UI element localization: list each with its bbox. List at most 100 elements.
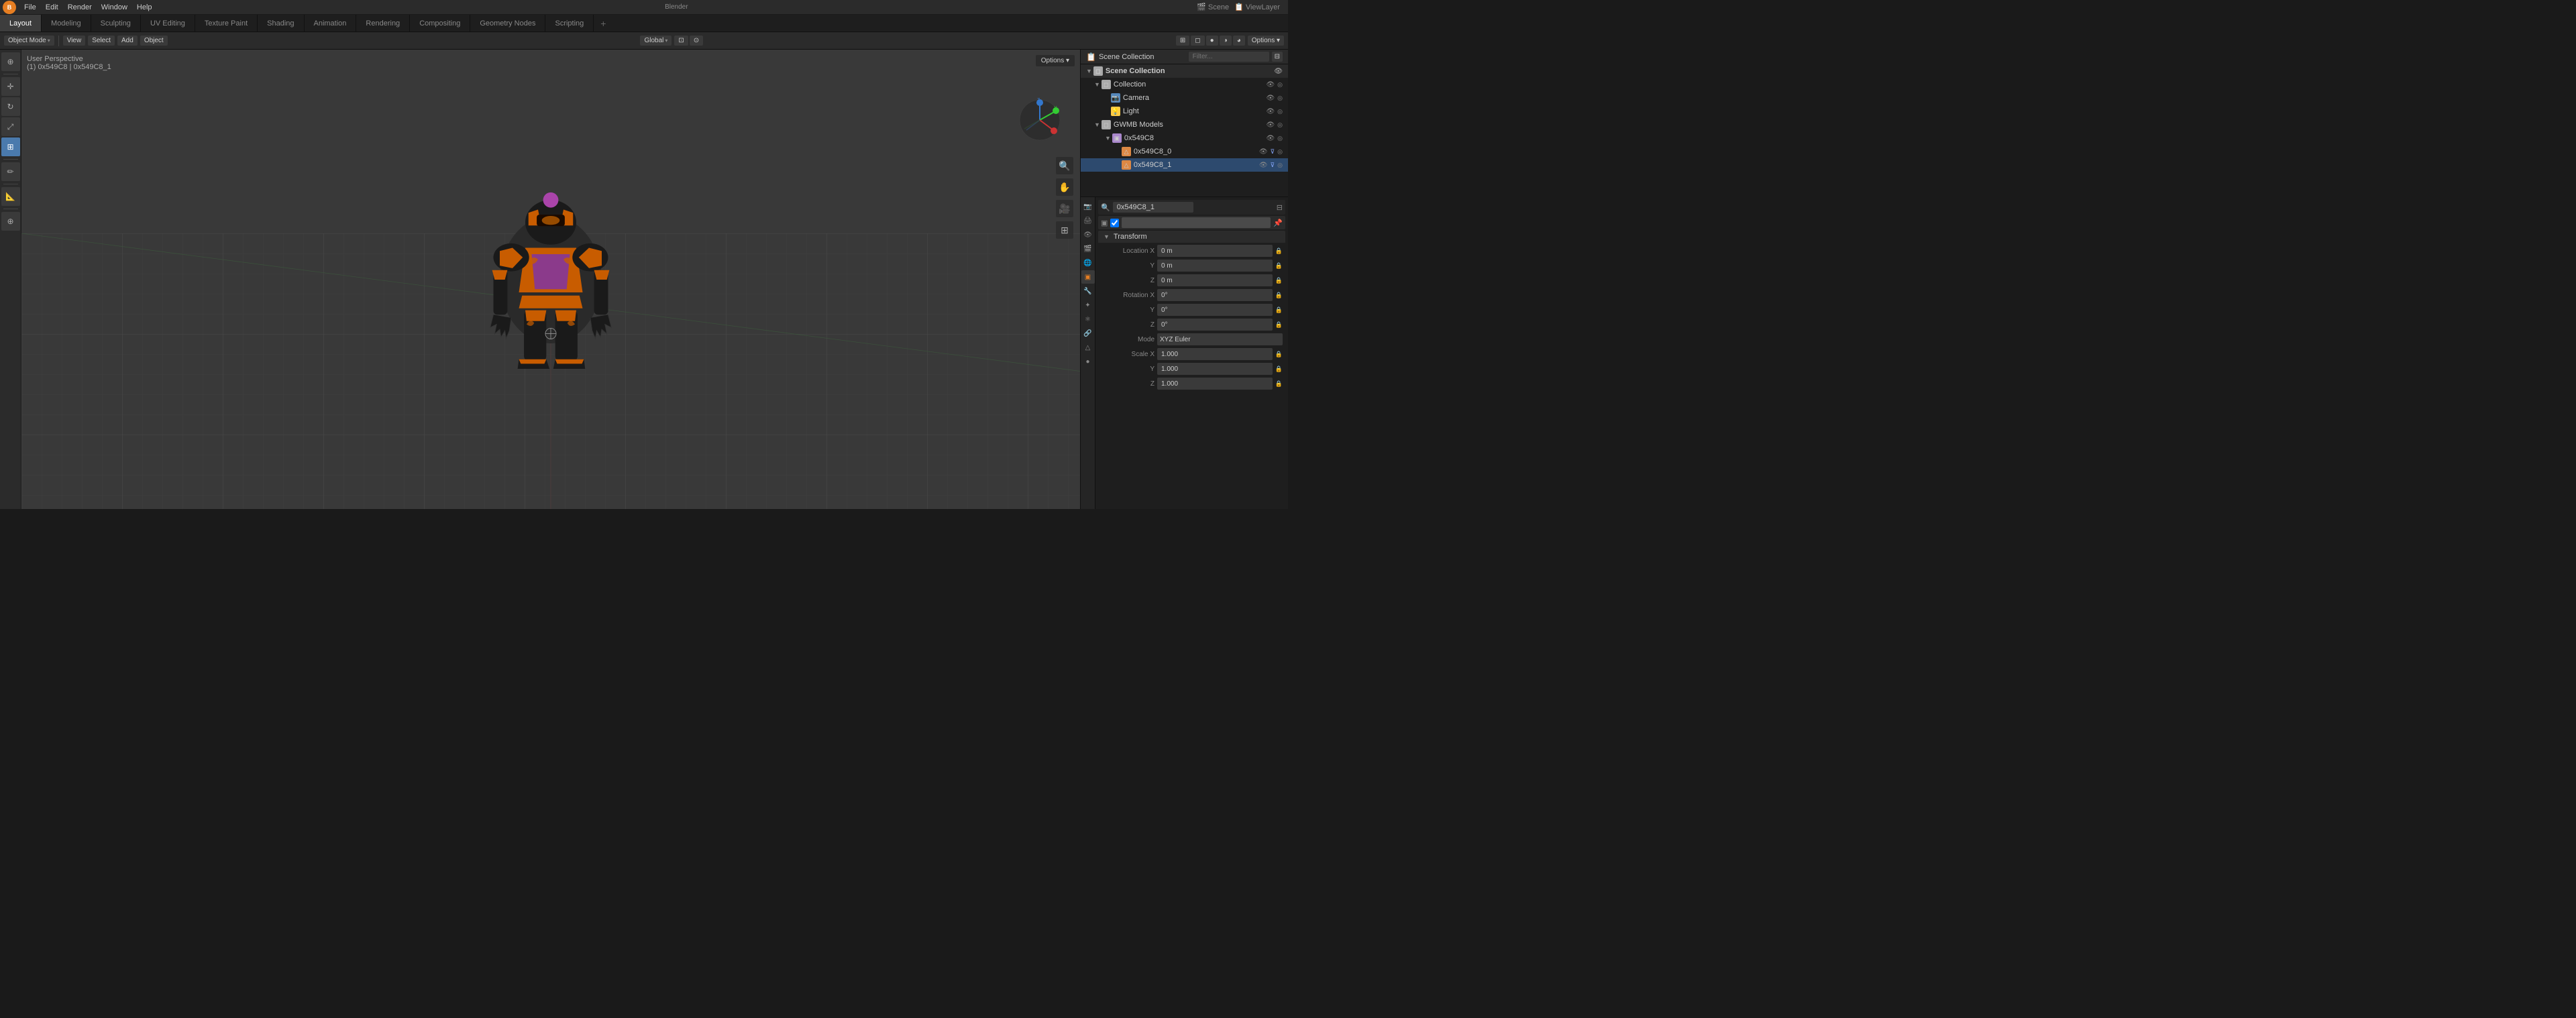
viewport-options-btn[interactable]: Options ▾	[1036, 55, 1075, 66]
tab-texture-paint[interactable]: Texture Paint	[195, 15, 258, 32]
properties-expand-icon[interactable]: ⊟	[1277, 203, 1283, 212]
prop-tab-render[interactable]: 📷	[1081, 200, 1095, 213]
tool-move[interactable]: ✛	[1, 77, 20, 96]
scale-x-value[interactable]: 1.000	[1157, 348, 1273, 360]
outliner-search[interactable]	[1189, 52, 1269, 62]
tab-modeling[interactable]: Modeling	[42, 15, 91, 32]
prop-tab-data[interactable]: △	[1081, 341, 1095, 354]
properties-search-input[interactable]	[1113, 202, 1193, 213]
prop-tab-output[interactable]: 🖨	[1081, 214, 1095, 227]
obj-visibility[interactable]: 👁	[1266, 135, 1275, 142]
mesh0-filter[interactable]: ⊽	[1271, 148, 1275, 156]
tool-transform[interactable]: ⊞	[1, 137, 20, 156]
location-y-value[interactable]: 0 m	[1157, 260, 1273, 272]
visibility-toggle[interactable]: 👁	[1274, 68, 1283, 75]
object-menu[interactable]: Object	[140, 36, 168, 46]
tool-rotate[interactable]: ↻	[1, 97, 20, 116]
camera-visibility[interactable]: 👁	[1266, 95, 1275, 102]
prop-tab-view-layer[interactable]: 👁	[1081, 228, 1095, 241]
location-x-lock[interactable]: 🔒	[1275, 247, 1283, 255]
prop-tab-object[interactable]: ▣	[1081, 270, 1095, 284]
view-layer-selector[interactable]: 📋 ViewLayer	[1234, 3, 1280, 11]
rotation-z-lock[interactable]: 🔒	[1275, 321, 1283, 329]
prop-tab-scene[interactable]: 🎬	[1081, 242, 1095, 256]
options-btn[interactable]: Options ▾	[1248, 36, 1284, 46]
collection-toggle-render[interactable]: ◎	[1277, 81, 1283, 89]
tab-layout[interactable]: Layout	[0, 15, 42, 32]
outliner-collection[interactable]: ▼ ◻ Collection 👁 ◎	[1081, 78, 1288, 91]
add-workspace-tab[interactable]: +	[594, 15, 612, 32]
tab-animation[interactable]: Animation	[305, 15, 357, 32]
3d-viewport[interactable]: User Perspective (1) 0x549C8 | 0x549C8_1	[21, 50, 1080, 509]
scale-z-value[interactable]: 1.000	[1157, 378, 1273, 390]
prop-tab-material[interactable]: ●	[1081, 355, 1095, 368]
gwmb-visibility[interactable]: 👁	[1266, 121, 1275, 129]
prop-tab-constraints[interactable]: 🔗	[1081, 327, 1095, 340]
tool-annotate[interactable]: ✏	[1, 162, 20, 181]
proportional-edit[interactable]: ⊙	[690, 36, 703, 46]
rotation-y-lock[interactable]: 🔒	[1275, 306, 1283, 314]
tab-sculpting[interactable]: Sculpting	[91, 15, 141, 32]
menu-help[interactable]: Help	[133, 2, 156, 13]
scale-z-lock[interactable]: 🔒	[1275, 380, 1283, 388]
outliner-0x549c8[interactable]: ▼ ▣ 0x549C8 👁 ◎	[1081, 131, 1288, 145]
rotation-y-value[interactable]: 0°	[1157, 304, 1273, 316]
location-z-value[interactable]: 0 m	[1157, 274, 1273, 286]
mesh1-toggle[interactable]: ◎	[1277, 162, 1283, 169]
mesh1-visibility[interactable]: 👁	[1259, 162, 1268, 169]
shading-solid[interactable]: ●	[1206, 36, 1218, 46]
menu-file[interactable]: File	[20, 2, 40, 13]
rotation-mode-select[interactable]: XYZ Euler	[1157, 333, 1283, 345]
menu-edit[interactable]: Edit	[42, 2, 62, 13]
prop-tab-physics[interactable]: ⚛	[1081, 313, 1095, 326]
rotation-z-value[interactable]: 0°	[1157, 319, 1273, 331]
tool-scale[interactable]: ⤢	[1, 117, 20, 136]
snap-toggle[interactable]: ⊡	[674, 36, 688, 46]
scale-y-value[interactable]: 1.000	[1157, 363, 1273, 375]
light-visibility[interactable]: 👁	[1266, 108, 1275, 115]
scene-selector[interactable]: 🎬 Scene	[1197, 3, 1229, 11]
scale-x-lock[interactable]: 🔒	[1275, 351, 1283, 358]
shading-material[interactable]: ◑	[1220, 36, 1232, 46]
location-y-lock[interactable]: 🔒	[1275, 262, 1283, 270]
add-menu[interactable]: Add	[117, 36, 138, 46]
collection-visibility[interactable]: 👁	[1266, 81, 1275, 89]
menu-window[interactable]: Window	[97, 2, 131, 13]
outliner-gwmb-models[interactable]: ▼ ◻ GWMB Models 👁 ◎	[1081, 118, 1288, 131]
mode-selector[interactable]: Object Mode ▾	[4, 36, 54, 46]
mesh0-toggle[interactable]: ◎	[1277, 148, 1283, 156]
outliner-0x549c8-0[interactable]: ▶ △ 0x549C8_0 👁 ⊽ ◎	[1081, 145, 1288, 158]
toggle-grid-btn[interactable]: ⊞	[1056, 221, 1073, 239]
prop-tab-modifier[interactable]: 🔧	[1081, 284, 1095, 298]
object-visibility-checkbox[interactable]	[1110, 219, 1119, 227]
location-z-lock[interactable]: 🔒	[1275, 277, 1283, 284]
prop-tab-world[interactable]: 🌐	[1081, 256, 1095, 270]
rotation-x-value[interactable]: 0°	[1157, 289, 1273, 301]
tool-cursor[interactable]: ⊕	[1, 52, 20, 71]
outliner-0x549c8-1[interactable]: ▶ △ 0x549C8_1 👁 ⊽ ◎	[1081, 158, 1288, 172]
obj-toggle[interactable]: ◎	[1277, 135, 1283, 142]
transform-section-header[interactable]: ▼ Transform	[1098, 231, 1285, 243]
camera-toggle[interactable]: ◎	[1277, 95, 1283, 102]
outliner-camera[interactable]: ▶ 📷 Camera 👁 ◎	[1081, 91, 1288, 105]
global-selector[interactable]: Global ▾	[640, 36, 672, 46]
tool-add[interactable]: ⊕	[1, 212, 20, 231]
zoom-to-fit-btn[interactable]: 🔍	[1056, 157, 1073, 174]
scale-y-lock[interactable]: 🔒	[1275, 365, 1283, 373]
tab-shading[interactable]: Shading	[258, 15, 304, 32]
shading-render[interactable]: ◕	[1233, 36, 1245, 46]
menu-render[interactable]: Render	[64, 2, 96, 13]
tab-compositing[interactable]: Compositing	[410, 15, 470, 32]
outliner-scene-collection[interactable]: ▼ ◻ Scene Collection 👁	[1081, 64, 1288, 78]
location-x-value[interactable]: 0 m	[1157, 245, 1273, 257]
tab-geometry-nodes[interactable]: Geometry Nodes	[470, 15, 545, 32]
tab-uv-editing[interactable]: UV Editing	[141, 15, 195, 32]
gwmb-toggle[interactable]: ◎	[1277, 121, 1283, 129]
object-pin-icon[interactable]: 📌	[1273, 219, 1283, 227]
camera-view-btn[interactable]: 🎥	[1056, 200, 1073, 217]
tab-rendering[interactable]: Rendering	[356, 15, 410, 32]
pan-btn[interactable]: ✋	[1056, 178, 1073, 196]
view-menu[interactable]: View	[63, 36, 86, 46]
mesh0-visibility[interactable]: 👁	[1259, 148, 1268, 156]
rotation-x-lock[interactable]: 🔒	[1275, 292, 1283, 299]
